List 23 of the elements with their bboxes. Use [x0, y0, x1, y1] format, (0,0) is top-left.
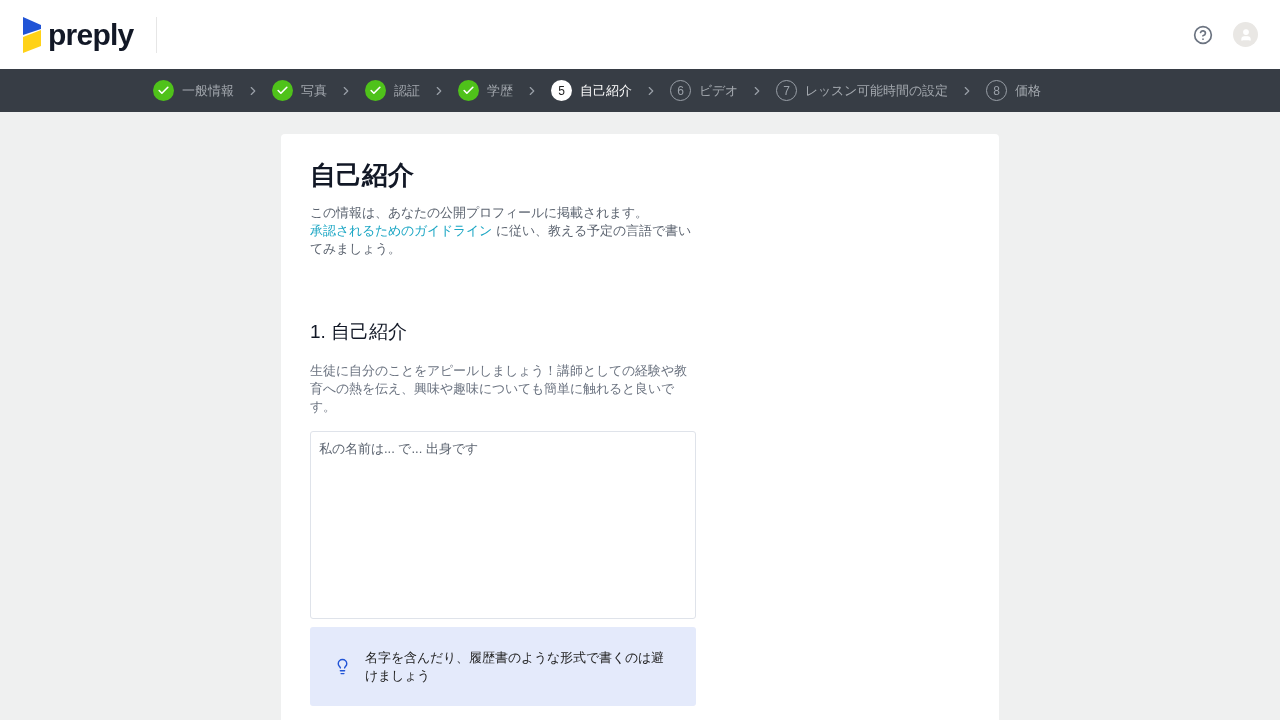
check-icon [458, 80, 479, 101]
step-label[interactable]: 一般情報 [182, 80, 234, 101]
step-number: 5 [551, 80, 572, 101]
guideline-link[interactable]: 承認されるためのガイドライン [310, 222, 492, 238]
step-label[interactable]: 自己紹介 [580, 80, 632, 101]
section-heading: 1. 自己紹介 [310, 319, 409, 344]
check-icon [365, 80, 386, 101]
tip-text: 名字を含んだり、履歴書のような形式で書くのは避けましょう [365, 648, 665, 685]
step-label[interactable]: レッスン可能時間の設定 [805, 80, 948, 101]
intro-textarea[interactable]: 私の名前は... で... 出身です [310, 431, 696, 619]
step-label[interactable]: 価格 [1015, 80, 1041, 101]
step-label[interactable]: 写真 [301, 80, 327, 101]
section-description: 生徒に自分のことをアピールしましょう！講師としての経験や教育への熱を伝え、興味や趣味についても簡単に触れると良いです。 [310, 362, 688, 416]
logo-icon [22, 16, 42, 53]
help-icon[interactable] [1193, 24, 1213, 45]
step-label[interactable]: 認証 [394, 80, 420, 101]
step-label[interactable]: ビデオ [699, 80, 738, 101]
check-icon [153, 80, 174, 101]
step-label[interactable]: 学歴 [487, 80, 513, 101]
check-icon [272, 80, 293, 101]
logo-text[interactable]: preply [48, 19, 134, 50]
page-title: 自己紹介 [310, 159, 415, 192]
intro-paragraph: この情報は、あなたの公開プロフィールに掲載されます。 承認されるためのガイドライン に従い、教える予定の言語で書いてみましょう。 [310, 203, 692, 258]
